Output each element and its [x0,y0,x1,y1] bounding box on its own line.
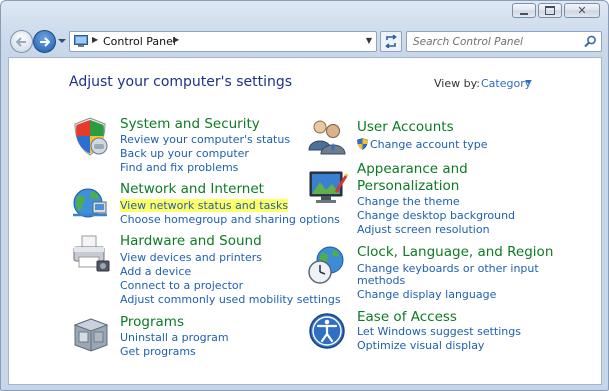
link-change-keyboards-input-methods[interactable]: methods [357,274,405,287]
breadcrumb-control-panel[interactable]: Control Panel [103,35,176,48]
network-globe-icon[interactable] [69,182,111,224]
link-change-account-type-label: Change account type [370,138,488,151]
address-dropdown-icon[interactable]: ▼ [366,36,372,45]
caption-buttons: ✕ [512,3,600,18]
link-view-network-status[interactable]: View network status and tasks [120,199,289,212]
programs-box-icon[interactable] [69,313,111,355]
link-optimize-visual-display[interactable]: Optimize visual display [357,339,484,352]
link-adjust-mobility-settings[interactable]: Adjust commonly used mobility settings [120,293,341,306]
category-network-and-internet[interactable]: Network and Internet [120,181,264,198]
ease-of-access-icon[interactable] [306,310,348,352]
category-appearance-title-line1[interactable]: Appearance and [357,161,468,178]
search-icon[interactable] [584,35,597,48]
users-icon[interactable] [306,116,348,158]
control-panel-window: ✕ ▶ Control Panel ▶ ▼ Search Control Pan… [0,0,609,391]
link-find-and-fix-problems[interactable]: Find and fix problems [120,161,238,174]
category-clock-language-region[interactable]: Clock, Language, and Region [357,244,553,261]
link-change-theme[interactable]: Change the theme [357,195,460,208]
link-view-devices-printers[interactable]: View devices and printers [120,251,262,264]
refresh-button[interactable] [380,31,402,52]
category-system-and-security[interactable]: System and Security [120,116,260,133]
forward-arrow-icon [40,36,50,47]
chevron-down-icon[interactable] [525,80,532,85]
category-appearance-title-line2[interactable]: Personalization [357,178,459,195]
content-pane: Adjust your computer's settings View by:… [8,57,602,385]
uac-shield-icon [357,138,368,150]
category-user-accounts[interactable]: User Accounts [357,119,454,136]
appearance-monitor-icon[interactable] [306,166,348,208]
link-change-display-language[interactable]: Change display language [357,288,496,301]
address-row: ▶ Control Panel ▶ ▼ [8,30,603,54]
minimize-icon [520,12,528,15]
breadcrumb-child-arrow-icon[interactable]: ▶ [173,35,179,44]
category-hardware-and-sound[interactable]: Hardware and Sound [120,233,262,250]
back-arrow-icon [16,36,26,47]
maximize-icon [545,6,555,15]
control-panel-icon [74,35,88,47]
link-review-computer-status[interactable]: Review your computer's status [120,133,290,146]
category-ease-of-access[interactable]: Ease of Access [357,309,457,326]
view-by-label: View by: [434,77,480,90]
printer-icon[interactable] [69,233,111,275]
link-change-desktop-background[interactable]: Change desktop background [357,209,515,222]
clock-globe-icon[interactable] [306,244,348,286]
link-change-account-type[interactable]: Change account type [357,138,488,151]
link-adjust-screen-resolution[interactable]: Adjust screen resolution [357,223,490,236]
recent-pages-dropdown-icon[interactable] [58,37,66,45]
link-uninstall-program[interactable]: Uninstall a program [120,331,229,344]
link-back-up-computer[interactable]: Back up your computer [120,147,249,160]
search-input[interactable] [407,32,583,51]
view-by-dropdown[interactable]: Category [481,77,531,90]
link-add-a-device[interactable]: Add a device [120,265,191,278]
shield-icon[interactable] [69,116,111,158]
forward-button[interactable] [33,30,56,53]
link-get-programs[interactable]: Get programs [120,345,196,358]
link-homegroup-sharing-options[interactable]: Choose homegroup and sharing options [120,213,340,226]
link-windows-suggest-settings[interactable]: Let Windows suggest settings [357,325,521,338]
search-box [406,31,602,52]
close-button[interactable]: ✕ [564,3,600,18]
refresh-icon [385,35,397,48]
category-programs[interactable]: Programs [120,314,184,331]
close-icon: ✕ [577,4,587,17]
breadcrumb-root-arrow-icon[interactable]: ▶ [92,35,98,44]
page-title: Adjust your computer's settings [69,74,293,90]
address-box[interactable]: ▶ Control Panel ▶ ▼ [69,31,377,52]
back-button[interactable] [10,30,33,53]
minimize-button[interactable] [512,3,536,18]
maximize-button[interactable] [538,3,562,18]
link-connect-to-projector[interactable]: Connect to a projector [120,279,243,292]
